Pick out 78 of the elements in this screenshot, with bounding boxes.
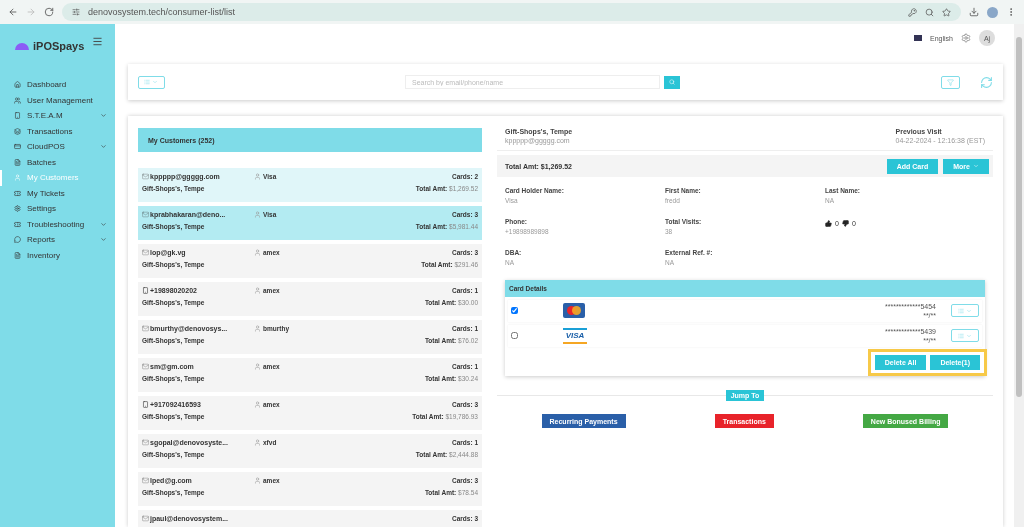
logo: iPOSpays (15, 40, 85, 52)
phone-icon (142, 401, 149, 408)
file-icon (14, 251, 21, 259)
filter-button[interactable] (941, 75, 960, 89)
sidebar-item[interactable]: Reports (0, 232, 115, 248)
user-icon (254, 249, 261, 256)
user-icon (254, 439, 261, 446)
search-icon (669, 79, 675, 85)
sidebar-item[interactable]: CloudPOS (0, 139, 115, 155)
chevron-icon (100, 143, 107, 151)
mastercard-logo (563, 303, 585, 319)
sidebar-item[interactable]: S.T.E.A.M (0, 108, 115, 124)
sidebar-item[interactable]: Settings (0, 201, 115, 217)
card-checkbox[interactable] (511, 332, 518, 340)
user-icon (254, 325, 261, 332)
user-icon (254, 401, 261, 408)
thumbs-up-icon[interactable] (825, 220, 832, 227)
card-menu-button[interactable] (951, 329, 979, 343)
card-icon (14, 143, 21, 151)
list-icon (958, 332, 964, 339)
sidebar-item[interactable]: My Tickets (0, 185, 115, 201)
sidebar-item[interactable]: User Management (0, 92, 115, 108)
user-icon (254, 287, 261, 294)
layers-icon (14, 127, 21, 135)
reload-icon[interactable] (44, 7, 54, 17)
ticket-icon (14, 189, 21, 197)
sidebar-item[interactable]: Transactions (0, 123, 115, 139)
list-icon (958, 307, 964, 314)
chevron-icon (966, 307, 972, 314)
flag-icon (914, 35, 923, 41)
card-menu-button[interactable] (951, 304, 979, 318)
key-icon[interactable] (908, 7, 917, 17)
chat-icon (14, 236, 21, 244)
chevron-icon (100, 112, 107, 120)
menu-icon[interactable] (92, 36, 103, 47)
zoom-icon[interactable] (925, 7, 934, 17)
user-icon (14, 174, 21, 182)
user-icon (254, 363, 261, 370)
list-icon (144, 79, 150, 85)
chevron-icon (152, 79, 158, 85)
site-settings-icon[interactable] (72, 8, 80, 16)
chevron-icon (973, 163, 979, 169)
mail-icon (142, 173, 149, 180)
search-button[interactable] (664, 75, 680, 89)
mail-icon (142, 363, 149, 370)
sidebar-item[interactable]: Troubleshooting (0, 216, 115, 232)
user-icon (254, 477, 261, 484)
sidebar-item[interactable]: Batches (0, 154, 115, 170)
view-menu-button[interactable] (138, 75, 165, 89)
settings-icon[interactable] (961, 33, 971, 43)
back-icon[interactable] (8, 7, 18, 17)
home-icon (14, 81, 21, 89)
visa-logo: VISA (563, 327, 587, 344)
mail-icon (142, 515, 149, 522)
mail-icon (142, 477, 149, 484)
mail-icon (142, 211, 149, 218)
users-icon (14, 96, 21, 104)
thumbs-down-icon[interactable] (841, 220, 849, 227)
user-icon (254, 211, 261, 218)
mail-icon (142, 439, 149, 446)
profile-icon[interactable] (987, 6, 998, 18)
phone-icon (142, 287, 149, 294)
filter-icon (947, 78, 954, 86)
chevron-icon (966, 332, 972, 339)
phone-icon (14, 112, 21, 120)
file-icon (14, 158, 21, 166)
sidebar-item[interactable]: Dashboard (0, 77, 115, 93)
download-icon[interactable] (969, 7, 979, 17)
scrollbar[interactable] (1014, 24, 1024, 527)
mail-icon (142, 249, 149, 256)
card-checkbox[interactable] (511, 307, 518, 315)
ticket-icon (14, 220, 21, 228)
user-icon (254, 173, 261, 180)
address-bar[interactable]: denovosystem.tech/consumer-list/list (62, 3, 961, 21)
mail-icon (142, 325, 149, 332)
settings-icon (14, 205, 21, 213)
sidebar-item[interactable]: Inventory (0, 247, 115, 263)
star-icon[interactable] (942, 7, 951, 17)
